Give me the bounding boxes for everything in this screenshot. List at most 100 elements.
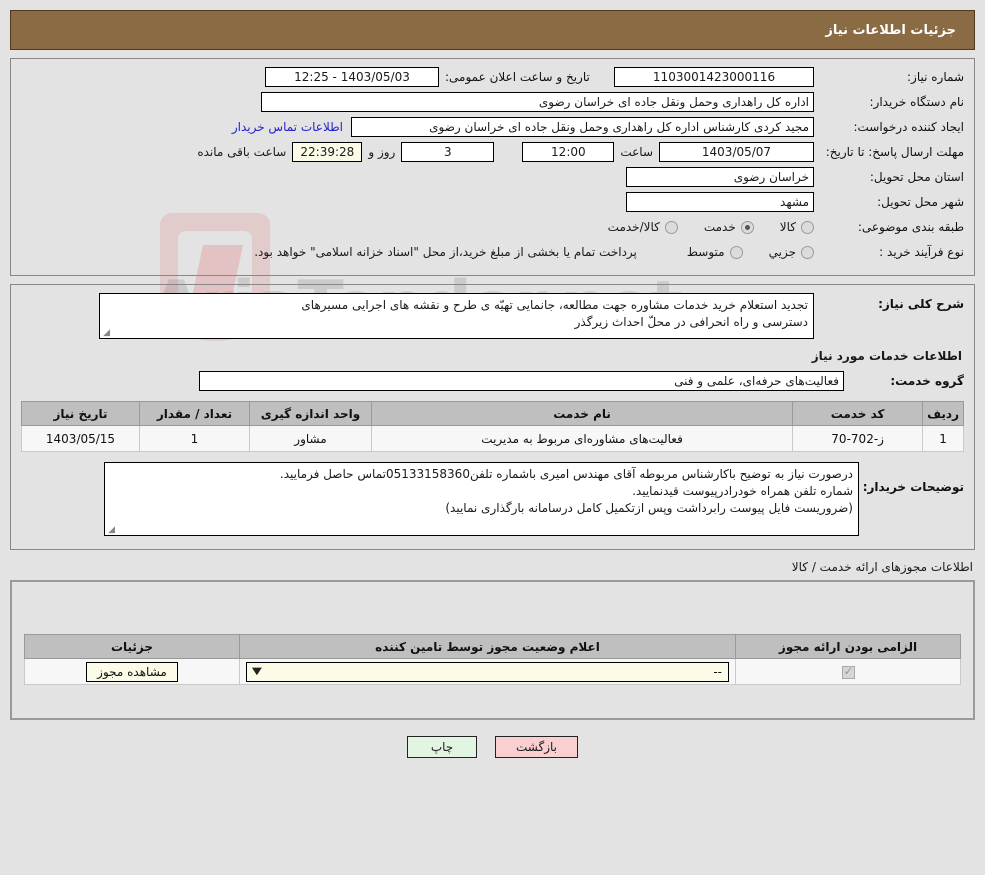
cell-unit: مشاور: [249, 425, 372, 452]
radio-label-motevaset: متوسط: [686, 245, 725, 259]
buyer-notes-line-3: (ضروریست فایل پیوست رابرداشت وپس ازتکمیل…: [445, 501, 853, 515]
announce-datetime-label: تاریخ و ساعت اعلان عمومی:: [445, 70, 590, 84]
process-label: نوع فرآیند خرید :: [879, 245, 964, 259]
row-creator: ایجاد کننده درخواست: مجید کردی کارشناس ا…: [21, 117, 964, 137]
radio-classification-khedmat[interactable]: خدمت: [704, 220, 754, 234]
row-buyer-org: نام دستگاه خریدار: اداره کل راهداری وحمل…: [21, 92, 964, 112]
page-root: AriaTender.net جزئیات اطلاعات نیاز شماره…: [0, 10, 985, 875]
cell-date: 1403/05/15: [21, 425, 140, 452]
permits-col-details: جزئیات: [24, 634, 240, 659]
remaining-time-label: ساعت باقی مانده: [197, 145, 287, 159]
deadline-hour-field[interactable]: 12:00: [522, 142, 615, 162]
description-label: شرح کلی نیاز:: [878, 297, 964, 311]
permits-panel: الزامی بودن ارائه مجوز اعلام وضعیت مجوز …: [10, 580, 975, 720]
row-classification: طبقه بندی موضوعی: کالا خدمت کالا/خدمت: [21, 217, 964, 237]
service-group-field[interactable]: فعالیت‌های حرفه‌ای، علمی و فنی: [199, 371, 844, 391]
view-permit-button[interactable]: مشاهده مجوز: [86, 661, 178, 682]
services-col-qty: تعداد / مقدار: [139, 401, 250, 426]
need-number-field[interactable]: 1103001423000116: [614, 67, 814, 87]
chevron-down-icon: ▼: [251, 665, 262, 677]
radio-classification-kala[interactable]: کالا: [780, 220, 814, 234]
resize-grip-icon-notes[interactable]: ◢: [107, 526, 115, 535]
need-info-panel: شماره نیاز: 1103001423000116 تاریخ و ساع…: [10, 58, 975, 276]
buyer-notes-label: توضیحات خریدار:: [862, 480, 964, 494]
city-label: شهر محل تحویل:: [877, 195, 964, 209]
services-col-date: تاریخ نیاز: [21, 401, 140, 426]
deadline-date-field[interactable]: 1403/05/07: [659, 142, 814, 162]
city-field[interactable]: مشهد: [626, 192, 814, 212]
need-number-label: شماره نیاز:: [907, 70, 964, 84]
radio-label-khedmat: خدمت: [703, 220, 736, 234]
deadline-hour-label: ساعت: [620, 145, 653, 159]
radio-classification-kala-khedmat[interactable]: کالا/خدمت: [608, 220, 678, 234]
radio-label-jozi: جزیي: [768, 245, 796, 259]
description-line-2: دسترسی و راه انحرافی در محلّ احداث زیرگذ…: [574, 315, 808, 329]
announce-datetime-field[interactable]: 1403/05/03 - 12:25: [265, 67, 439, 87]
remaining-days-field: 3: [401, 142, 495, 162]
buyer-notes-line-1: درصورت نیاز به توضیح باکارشناس مربوطه آق…: [279, 467, 853, 481]
permits-table-header-row: الزامی بودن ارائه مجوز اعلام وضعیت مجوز …: [24, 634, 961, 659]
row-service-group: گروه خدمت: فعالیت‌های حرفه‌ای، علمی و فن…: [21, 371, 964, 391]
permit-required-checkbox[interactable]: [841, 664, 855, 679]
row-deadline: مهلت ارسال پاسخ: تا تاریخ: 1403/05/07 سا…: [21, 142, 964, 162]
services-table-wrap: ردیف کد خدمت نام خدمت واحد اندازه گیری ت…: [21, 401, 964, 452]
cell-code: ز-702-70: [792, 425, 924, 452]
cell-permit-details: مشاهده مجوز: [24, 658, 240, 685]
page-title: جزئیات اطلاعات نیاز: [10, 10, 975, 50]
process-note: پرداخت تمام یا بخشی از مبلغ خرید،از محل …: [254, 245, 637, 259]
description-services-panel: شرح کلی نیاز: تجدید استعلام خرید خدمات م…: [10, 284, 975, 550]
back-button[interactable]: بازگشت: [495, 736, 578, 758]
table-row: -- ▼ مشاهده مجوز: [24, 658, 961, 685]
services-col-radif: ردیف: [922, 401, 964, 426]
province-field[interactable]: خراسان رضوی: [626, 167, 814, 187]
buyer-org-label: نام دستگاه خریدار:: [869, 95, 965, 109]
permit-status-select[interactable]: -- ▼: [246, 661, 729, 682]
service-group-label: گروه خدمت:: [890, 374, 964, 388]
print-button[interactable]: چاپ: [407, 736, 477, 758]
remaining-days-label: روز و: [368, 145, 396, 159]
description-line-1: تجدید استعلام خرید خدمات مشاوره جهت مطال…: [301, 298, 808, 312]
classification-label: طبقه بندی موضوعی:: [857, 220, 964, 234]
services-col-unit: واحد اندازه گیری: [249, 401, 372, 426]
services-table: ردیف کد خدمت نام خدمت واحد اندازه گیری ت…: [21, 401, 964, 452]
radio-icon-kala-khedmat[interactable]: [664, 220, 678, 234]
radio-icon-motevaset[interactable]: [729, 245, 743, 259]
radio-label-kala-khedmat: کالا/خدمت: [607, 220, 660, 234]
creator-label: ایجاد کننده درخواست:: [853, 120, 964, 134]
permit-status-value: --: [713, 664, 722, 679]
resize-grip-icon[interactable]: ◢: [102, 329, 110, 338]
permits-col-required: الزامی بودن ارائه مجوز: [735, 634, 961, 659]
buyer-notes-line-2: شماره تلفن همراه خودرادرپیوست قیدنمایید.: [632, 484, 853, 498]
radio-label-kala: کالا: [779, 220, 796, 234]
buyer-org-field[interactable]: اداره کل راهداری وحمل ونقل جاده ای خراسا…: [261, 92, 814, 112]
services-table-header-row: ردیف کد خدمت نام خدمت واحد اندازه گیری ت…: [21, 401, 964, 426]
page-title-text: جزئیات اطلاعات نیاز: [825, 22, 956, 38]
radio-icon-khedmat[interactable]: [740, 220, 754, 234]
cell-name: فعالیت‌های مشاوره‌ای مربوط به مدیریت: [370, 425, 794, 452]
services-col-code: کد خدمت: [792, 401, 924, 426]
buyer-contact-link[interactable]: اطلاعات تماس خریدار: [224, 120, 351, 134]
radio-icon-kala[interactable]: [801, 220, 814, 234]
radio-process-motevaset[interactable]: متوسط: [687, 245, 743, 259]
deadline-label: مهلت ارسال پاسخ: تا تاریخ:: [825, 145, 964, 159]
row-buyer-notes: توضیحات خریدار: درصورت نیاز به توضیح باک…: [21, 462, 964, 536]
permits-col-status: اعلام وضعیت مجوز توسط تامین کننده: [239, 634, 736, 659]
table-row: 1 ز-702-70 فعالیت‌های مشاوره‌ای مربوط به…: [21, 425, 964, 452]
cell-permit-status: -- ▼: [239, 658, 736, 685]
radio-process-jozi[interactable]: جزیي: [769, 245, 814, 259]
buyer-notes-textarea[interactable]: درصورت نیاز به توضیح باکارشناس مربوطه آق…: [104, 462, 859, 536]
province-label: استان محل تحویل:: [869, 170, 964, 184]
row-city: شهر محل تحویل: مشهد: [21, 192, 964, 212]
permits-section-heading: اطلاعات مجوزهای ارائه خدمت / کالا: [791, 560, 973, 574]
radio-icon-jozi[interactable]: [801, 245, 814, 259]
remaining-time-field: 22:39:28: [292, 142, 363, 162]
cell-qty: 1: [139, 425, 250, 452]
row-description: شرح کلی نیاز: تجدید استعلام خرید خدمات م…: [21, 293, 964, 339]
row-need-number: شماره نیاز: 1103001423000116 تاریخ و ساع…: [21, 67, 964, 87]
services-section-heading: اطلاعات خدمات مورد نیاز: [811, 349, 962, 363]
creator-field[interactable]: مجید کردی کارشناس اداره کل راهداری وحمل …: [351, 117, 814, 137]
row-province: استان محل تحویل: خراسان رضوی: [21, 167, 964, 187]
row-process-type: نوع فرآیند خرید : جزیي متوسط پرداخت تمام…: [21, 242, 964, 262]
description-textarea[interactable]: تجدید استعلام خرید خدمات مشاوره جهت مطال…: [99, 293, 814, 339]
services-col-name: نام خدمت: [370, 401, 794, 426]
